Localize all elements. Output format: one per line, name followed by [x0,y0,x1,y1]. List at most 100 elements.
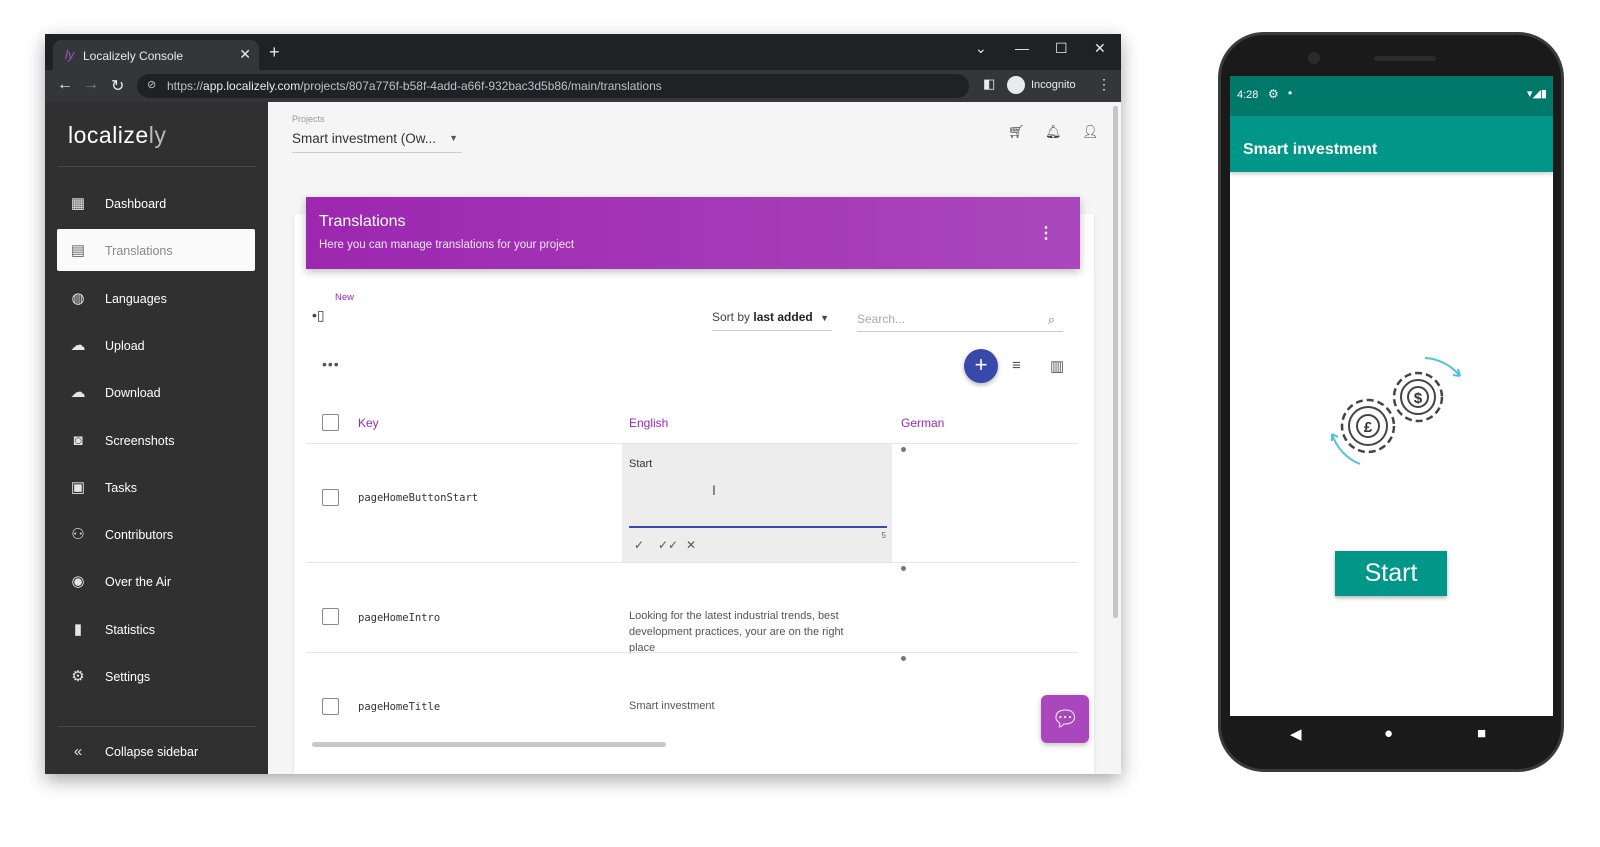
save-check-icon[interactable]: ✓ [634,538,644,552]
cloud-upload-icon: ☁ [70,336,86,354]
empty-german-indicator[interactable] [901,566,906,571]
sort-dropdown[interactable]: Sort by last added ▼ [712,310,832,331]
recents-square-icon[interactable]: ■ [1477,725,1486,742]
save-verify-double-check-icon[interactable]: ✓✓ [658,538,678,552]
cloud-download-icon: ☁ [70,384,86,402]
side-panel-icon[interactable]: ◧ [983,76,995,92]
sort-underline [712,330,832,331]
account-icon[interactable]: 👤︎ [1082,124,1099,140]
sidebar-item-contributors[interactable]: ⚇ Contributors [57,513,255,555]
minimize-icon[interactable]: — [1015,40,1029,56]
sidebar-item-screenshots[interactable]: ◙ Screenshots [57,419,255,461]
tab-search-chevron-icon[interactable]: ⌄ [975,40,987,57]
localizely-logo[interactable]: localizely [68,122,166,149]
english-cell[interactable]: Looking for the latest industrial trends… [629,608,869,656]
app-bar: Smart investment [1230,116,1553,172]
logo-tail: ly [148,122,167,148]
logo-main: localize [68,122,149,148]
browser-menu-icon[interactable]: ⋮ [1097,76,1111,93]
screenshot-mode-icon[interactable]: •▯ [312,307,325,324]
phone-start-button[interactable]: Start [1335,551,1447,596]
broadcast-icon: ◉ [71,573,85,591]
front-camera [1308,52,1320,64]
home-circle-icon[interactable]: ● [1384,725,1393,742]
cart-icon[interactable]: 🛒︎ [1008,124,1025,140]
text-cursor-icon: I [712,482,716,498]
sidebar-item-statistics[interactable]: ▮ Statistics [57,608,255,650]
tab-strip: ly Localizely Console ✕ + ⌄ — ☐ ✕ [45,34,1121,70]
app-title: Smart investment [1243,141,1378,158]
incognito-profile[interactable]: Incognito [1007,76,1076,94]
sidebar-item-over-the-air[interactable]: ◉ Over the Air [57,560,255,602]
key-cell[interactable]: pageHomeButtonStart [358,492,478,504]
earpiece-speaker [1374,56,1436,61]
sidebar-item-translations[interactable]: ▤ Translations [57,229,255,272]
incognito-label: Incognito [1031,78,1076,91]
sidebar-item-label: Translations [105,244,173,259]
sidebar-divider [58,166,256,167]
sort-value: last added [753,310,813,324]
sidebar-item-dashboard[interactable]: ▦ Dashboard [57,182,255,224]
sidebar-item-download[interactable]: ☁ Download [57,371,255,413]
table-divider [306,562,1078,563]
key-cell[interactable]: pageHomeIntro [358,612,440,624]
select-all-checkbox[interactable] [322,414,339,431]
english-cell[interactable]: Smart investment [629,698,869,714]
maximize-icon[interactable]: ☐ [1055,40,1068,57]
sidebar-item-upload[interactable]: ☁ Upload [57,324,255,366]
close-tab-icon[interactable]: ✕ [239,46,251,63]
empty-german-indicator[interactable] [901,656,906,661]
horizontal-scrollbar[interactable] [312,742,666,747]
phone-nav-bar: ◀ ● ■ [1230,716,1553,756]
sidebar-item-label: Statistics [105,622,156,637]
cancel-x-icon[interactable]: ✕ [686,538,696,552]
translation-editor-value[interactable]: Start [629,458,652,470]
url-path: /projects/807a776f-b58f-4add-a66f-932bac… [300,79,662,93]
wifi-signal-battery-icon: ▾◢▮ [1526,88,1547,100]
reload-icon[interactable]: ↻ [111,76,124,96]
empty-german-indicator[interactable] [901,447,906,452]
row-checkbox[interactable] [322,698,339,715]
address-bar-row: ← → ↻ ⊘ https://app.localizely.com/proje… [45,70,1121,102]
lock-icon: ⊘ [147,79,157,91]
translation-editor[interactable]: Start I 5 ✓ ✓✓ ✕ [622,444,892,562]
search-icon[interactable]: ⌕ [1048,312,1055,328]
double-chevron-left-icon: « [73,743,83,760]
forward-icon[interactable]: → [83,76,99,94]
key-cell[interactable]: pageHomeTitle [358,701,440,713]
more-horiz-icon[interactable]: ••• [322,356,340,372]
column-header-german[interactable]: German [901,416,944,430]
back-icon[interactable]: ← [57,76,73,94]
caret-down-icon: ▼ [449,133,458,143]
browser-tab[interactable]: ly Localizely Console ✕ [53,40,259,70]
sidebar-divider [58,726,256,727]
bell-icon[interactable]: 🔔︎ [1045,124,1062,140]
row-checkbox[interactable] [322,489,339,506]
project-selector[interactable]: Smart investment (Ow... ▼ [292,131,462,153]
back-triangle-icon[interactable]: ◀ [1290,725,1302,743]
vertical-scrollbar[interactable] [1113,106,1118,618]
column-header-english[interactable]: English [629,416,668,430]
sidebar-item-label: Settings [105,670,151,684]
url-field[interactable]: ⊘ https://app.localizely.com/projects/80… [137,74,969,98]
sidebar-item-tasks[interactable]: ▣ Tasks [57,466,255,508]
table-divider [306,652,1078,653]
sidebar-item-label: Download [105,386,161,401]
collapse-sidebar-button[interactable]: « Collapse sidebar [57,730,255,772]
sidebar-item-languages[interactable]: ◍ Languages [57,277,255,319]
row-checkbox[interactable] [322,608,339,625]
filter-icon[interactable]: ≡ [1012,357,1021,374]
add-key-button[interactable]: + [964,349,998,383]
phone-screen: 4:28 ⚙ • ▾◢▮ Smart investment $ £ Start [1230,76,1553,716]
more-vert-icon[interactable]: ⋮ [1038,223,1054,243]
chat-button[interactable]: 💬︎ [1041,695,1089,743]
dashboard-icon: ▦ [70,195,86,212]
columns-icon[interactable]: ▥ [1050,357,1064,375]
translations-icon: ▤ [70,242,86,260]
column-header-key[interactable]: Key [358,416,379,430]
close-window-icon[interactable]: ✕ [1094,40,1106,57]
new-tab-icon[interactable]: + [269,42,280,63]
search-input[interactable]: Search... ⌕ [857,312,1063,332]
notification-dot-icon: • [1288,86,1293,100]
sidebar-item-settings[interactable]: ⚙ Settings [57,655,255,697]
